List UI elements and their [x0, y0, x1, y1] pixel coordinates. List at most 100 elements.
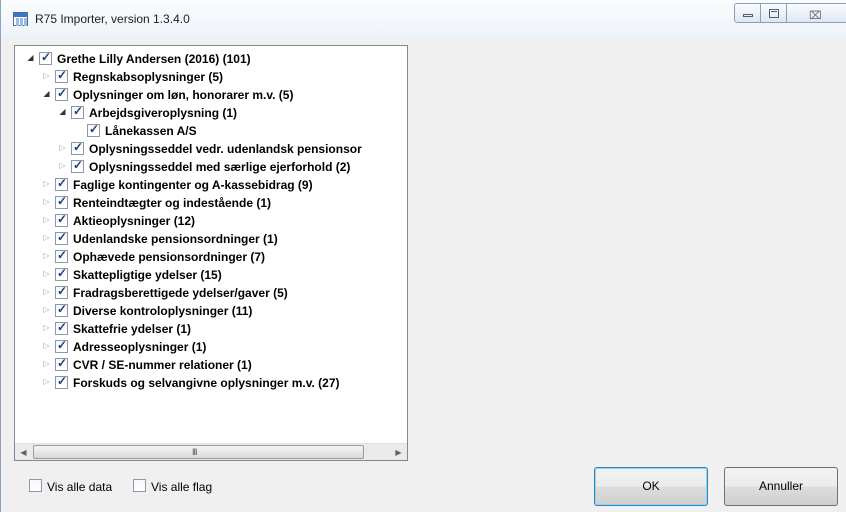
maximize-button[interactable]	[760, 3, 787, 23]
tree-item-checkbox[interactable]: ✓	[55, 248, 68, 263]
checkmark-icon: ✓	[57, 212, 68, 226]
tree-item-checkbox[interactable]: ✓	[55, 357, 68, 371]
collapsed-triangle-icon[interactable]: ▷	[42, 287, 51, 296]
window-title: R75 Importer, version 1.3.4.0	[35, 12, 190, 26]
tree-item[interactable]: ▷ ✓ Udenlandske pensionsordninger (1)	[15, 230, 407, 248]
tree-item-label: Oplysningsseddel vedr. udenlandsk pensio…	[89, 142, 362, 156]
tree-item-checkbox[interactable]: ✓	[39, 50, 52, 65]
importer-window: R75 Importer, version 1.3.4.0 ⌧ ◢ ✓ Grethe…	[0, 0, 846, 512]
tree-item[interactable]: ▷ ✓ Renteindtægter og indestående (1)	[15, 194, 407, 212]
title-bar[interactable]: R75 Importer, version 1.3.4.0 ⌧	[1, 0, 846, 38]
tree-item-checkbox[interactable]: ✓	[71, 141, 84, 155]
tree-item[interactable]: ▷ ✓ Regnskabsoplysninger (5)	[15, 68, 407, 86]
checkmark-icon: ✓	[57, 302, 68, 316]
checkmark-icon: ✓	[57, 338, 68, 352]
tree-item-checkbox[interactable]: ✓	[55, 374, 68, 389]
checkmark-icon: ✓	[41, 50, 52, 64]
checkbox-box[interactable]	[133, 479, 146, 492]
tree-item-checkbox[interactable]: ✓	[55, 267, 68, 281]
collapsed-triangle-icon[interactable]: ▷	[42, 251, 51, 260]
collapsed-triangle-icon[interactable]: ▷	[42, 269, 51, 278]
tree-item-label: Regnskabsoplysninger (5)	[73, 70, 224, 84]
scrollbar-thumb[interactable]: III	[33, 445, 364, 459]
collapsed-triangle-icon[interactable]: ▷	[42, 233, 51, 242]
checkmark-icon: ✓	[57, 284, 68, 298]
tree-item[interactable]: ◢ ✓ Oplysninger om løn, honorarer m.v. (5)	[15, 86, 407, 104]
tree-item-label: Skattepligtige ydelser (15)	[73, 268, 222, 282]
tree-item-checkbox[interactable]: ✓	[55, 176, 68, 191]
collapsed-triangle-icon[interactable]: ▷	[42, 359, 51, 368]
scroll-right-arrow-icon[interactable]: ▶	[390, 444, 407, 460]
collapsed-triangle-icon[interactable]: ▷	[42, 197, 51, 206]
collapsed-triangle-icon[interactable]: ▷	[42, 215, 51, 224]
tree-item-checkbox[interactable]: ✓	[55, 338, 68, 353]
scroll-left-arrow-icon[interactable]: ◀	[15, 444, 32, 460]
tree-item-label: Oplysningsseddel med særlige ejerforhold…	[89, 160, 351, 174]
category-tree[interactable]: ◢ ✓ Grethe Lilly Andersen (2016) (101) ▷ ✓ Re…	[14, 45, 408, 461]
collapsed-triangle-icon[interactable]: ▷	[42, 377, 51, 386]
collapsed-triangle-icon[interactable]: ▷	[58, 143, 67, 152]
tree-item-checkbox[interactable]: ✓	[55, 212, 68, 227]
horizontal-scrollbar[interactable]: ◀ III ▶	[15, 443, 407, 460]
tree-item[interactable]: ▷ ✓ CVR / SE-nummer relationer (1)	[15, 356, 407, 374]
tree-item-label: CVR / SE-nummer relationer (1)	[73, 358, 252, 372]
checkmark-icon: ✓	[57, 176, 68, 190]
collapsed-triangle-icon[interactable]: ▷	[58, 161, 67, 170]
tree-item[interactable]: ◢ ✓ Arbejdsgiveroplysning (1)	[15, 104, 407, 122]
tree-item-label: Arbejdsgiveroplysning (1)	[89, 106, 238, 120]
minimize-button[interactable]	[734, 3, 761, 23]
tree-item-checkbox[interactable]: ✓	[55, 302, 68, 317]
tree-item[interactable]: ▷ ✓ Fradragsberettigede ydelser/gaver (5)	[15, 284, 407, 302]
collapsed-triangle-icon[interactable]: ▷	[42, 71, 51, 80]
tree-item[interactable]: ◢ ✓ Grethe Lilly Andersen (2016) (101)	[15, 50, 407, 68]
collapsed-triangle-icon[interactable]: ▷	[42, 305, 51, 314]
tree-item-checkbox[interactable]: ✓	[55, 86, 68, 101]
tree-item-label: Aktieoplysninger (12)	[73, 214, 196, 228]
collapsed-triangle-icon[interactable]: ▷	[42, 179, 51, 188]
ok-button[interactable]: OK	[594, 467, 708, 506]
tree-item-checkbox[interactable]: ✓	[55, 284, 68, 299]
scrollbar-grip-icon: III	[192, 447, 197, 457]
tree-item[interactable]: ▷ ✓ Aktieoplysninger (12)	[15, 212, 407, 230]
tree-item-label: Oplysninger om løn, honorarer m.v. (5)	[73, 88, 294, 102]
tree-item[interactable]: ▷ ✓ Oplysningsseddel vedr. udenlandsk pens…	[15, 140, 407, 158]
tree-item-label: Forskuds og selvangivne oplysninger m.v.…	[73, 376, 340, 390]
tree-item[interactable]: ▷ ✓ Forskuds og selvangivne oplysninger m.…	[15, 374, 407, 392]
maximize-icon	[769, 9, 779, 18]
collapsed-triangle-icon[interactable]: ▷	[42, 323, 51, 332]
tree-item[interactable]: ▷ ✓ Diverse kontroloplysninger (11)	[15, 302, 407, 320]
tree-item[interactable]: ▷ ✓ Adresseoplysninger (1)	[15, 338, 407, 356]
tree-item-label: Lånekassen A/S	[105, 124, 197, 138]
tree-item-label: Udenlandske pensionsordninger (1)	[73, 232, 278, 246]
expanded-triangle-icon[interactable]: ◢	[42, 89, 51, 98]
close-icon: ⌧	[809, 10, 822, 22]
collapsed-triangle-icon[interactable]: ▷	[42, 341, 51, 350]
tree-item[interactable]: ▷ ✓ Skattefrie ydelser (1)	[15, 320, 407, 338]
checkmark-icon: ✓	[57, 86, 68, 100]
checkmark-icon: ✓	[57, 374, 68, 388]
tree-item[interactable]: ▷ ✓ Ophævede pensionsordninger (7)	[15, 248, 407, 266]
tree-item-checkbox[interactable]: ✓	[55, 68, 68, 83]
app-icon	[13, 12, 28, 26]
expanded-triangle-icon[interactable]: ◢	[58, 107, 67, 116]
tree-item[interactable]: ▷ ✓ Skattepligtige ydelser (15)	[15, 266, 407, 284]
tree-item-checkbox[interactable]: ✓	[55, 231, 68, 245]
tree-item-checkbox[interactable]: ✓	[71, 105, 84, 119]
tree-item-label: Adresseoplysninger (1)	[73, 340, 207, 354]
tree-item-label: Diverse kontroloplysninger (11)	[73, 304, 253, 318]
tree-item-checkbox[interactable]: ✓	[71, 159, 84, 173]
checkbox-box[interactable]	[29, 479, 42, 492]
tree-item-checkbox[interactable]: ✓	[55, 195, 68, 209]
checkmark-icon: ✓	[57, 68, 68, 82]
expanded-triangle-icon[interactable]: ◢	[26, 53, 35, 62]
checkmark-icon: ✓	[57, 248, 68, 262]
tree-item[interactable]: ▷ ✓ Faglige kontingenter og A-kassebidrag …	[15, 176, 407, 194]
tree-item[interactable]: ✓ Lånekassen A/S	[15, 122, 407, 140]
tree-item[interactable]: ▷ ✓ Oplysningsseddel med særlige ejerforho…	[15, 158, 407, 176]
tree-item-checkbox[interactable]: ✓	[87, 123, 100, 137]
tree-item-label: Grethe Lilly Andersen (2016) (101)	[57, 52, 251, 66]
cancel-button[interactable]: Annuller	[724, 467, 838, 506]
tree-item-checkbox[interactable]: ✓	[55, 321, 68, 335]
caption-buttons: ⌧	[734, 3, 846, 25]
close-button[interactable]: ⌧	[786, 3, 846, 23]
